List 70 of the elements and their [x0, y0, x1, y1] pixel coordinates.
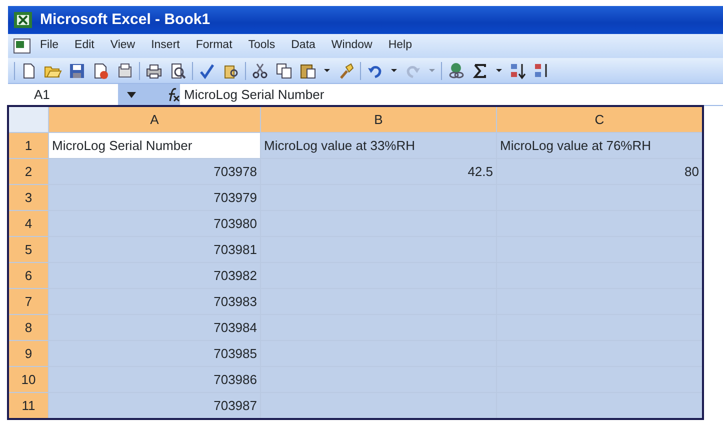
table-cell[interactable]	[496, 288, 702, 314]
row-header[interactable]: 1	[8, 132, 48, 158]
column-header[interactable]: A	[48, 106, 260, 132]
table-cell[interactable]: MicroLog Serial Number	[48, 132, 260, 158]
permission-icon[interactable]	[92, 62, 110, 80]
menu-item[interactable]: Data	[283, 36, 324, 56]
dropdown-arrow-icon[interactable]	[390, 68, 398, 73]
window-title: Microsoft Excel - Book1	[40, 10, 210, 30]
formula-field[interactable]: MicroLog Serial Number	[180, 84, 324, 104]
hyperlink-icon[interactable]	[447, 62, 465, 80]
sum-icon[interactable]	[471, 62, 489, 80]
paste-icon[interactable]	[299, 62, 317, 80]
table-cell[interactable]: MicroLog value at 33%RH	[260, 132, 496, 158]
save-icon[interactable]	[68, 62, 86, 80]
table-cell[interactable]: 703985	[48, 340, 260, 366]
table-cell[interactable]: 703979	[48, 184, 260, 210]
menu-item[interactable]: Window	[323, 36, 380, 56]
table-cell[interactable]: 703984	[48, 314, 260, 340]
cut-icon[interactable]	[251, 62, 269, 80]
print-icon[interactable]	[145, 62, 163, 80]
table-cell[interactable]	[496, 340, 702, 366]
excel-logo-icon	[14, 12, 32, 28]
menu-item[interactable]: Help	[380, 36, 420, 56]
table-cell[interactable]	[496, 184, 702, 210]
select-all-corner[interactable]	[8, 106, 48, 132]
dropdown-arrow-icon[interactable]	[126, 92, 136, 98]
table-cell[interactable]: 42.5	[260, 158, 496, 184]
sort-ascending-icon[interactable]	[509, 62, 527, 80]
table-cell[interactable]	[260, 392, 496, 418]
table-cell[interactable]: 703983	[48, 288, 260, 314]
menu-item[interactable]: View	[102, 36, 144, 56]
menu-item[interactable]: File	[32, 36, 67, 56]
table-cell[interactable]: 80	[496, 158, 702, 184]
workbook-icon[interactable]	[12, 37, 32, 55]
table-cell[interactable]: 703986	[48, 366, 260, 392]
menu-item[interactable]: Format	[188, 36, 240, 56]
menu-item[interactable]: Insert	[143, 36, 188, 56]
table-cell[interactable]	[496, 392, 702, 418]
format-painter-icon[interactable]	[337, 62, 355, 80]
row-header[interactable]: 9	[8, 340, 48, 366]
menu-item[interactable]: Edit	[66, 36, 102, 56]
menu-item[interactable]: Tools	[240, 36, 284, 56]
column-header[interactable]: B	[260, 106, 496, 132]
row-header[interactable]: 10	[8, 366, 48, 392]
copy-icon[interactable]	[275, 62, 293, 80]
spelling-check-icon[interactable]	[198, 62, 216, 80]
print-preview-icon[interactable]	[169, 62, 187, 80]
row-header[interactable]: 6	[8, 262, 48, 288]
row-header[interactable]: 2	[8, 158, 48, 184]
table-cell[interactable]: MicroLog value at 76%RH	[496, 132, 702, 158]
table-cell[interactable]: 703981	[48, 236, 260, 262]
table-cell[interactable]	[496, 314, 702, 340]
dropdown-arrow-icon[interactable]	[323, 68, 331, 73]
row-header[interactable]: 7	[8, 288, 48, 314]
row-header[interactable]: 3	[8, 184, 48, 210]
table-cell[interactable]: 703987	[48, 392, 260, 418]
dropdown-arrow-icon[interactable]	[495, 68, 503, 73]
column-header[interactable]: C	[496, 106, 702, 132]
table-cell[interactable]: 703982	[48, 262, 260, 288]
table-cell[interactable]: 703980	[48, 210, 260, 236]
table-cell[interactable]	[496, 210, 702, 236]
row-header[interactable]: 8	[8, 314, 48, 340]
table-cell[interactable]: 703978	[48, 158, 260, 184]
row-header[interactable]: 5	[8, 236, 48, 262]
function-icon[interactable]	[166, 88, 180, 102]
row-header[interactable]: 11	[8, 392, 48, 418]
table-cell[interactable]	[496, 262, 702, 288]
table-cell[interactable]	[496, 366, 702, 392]
table-cell[interactable]	[496, 236, 702, 262]
row-header[interactable]: 4	[8, 210, 48, 236]
